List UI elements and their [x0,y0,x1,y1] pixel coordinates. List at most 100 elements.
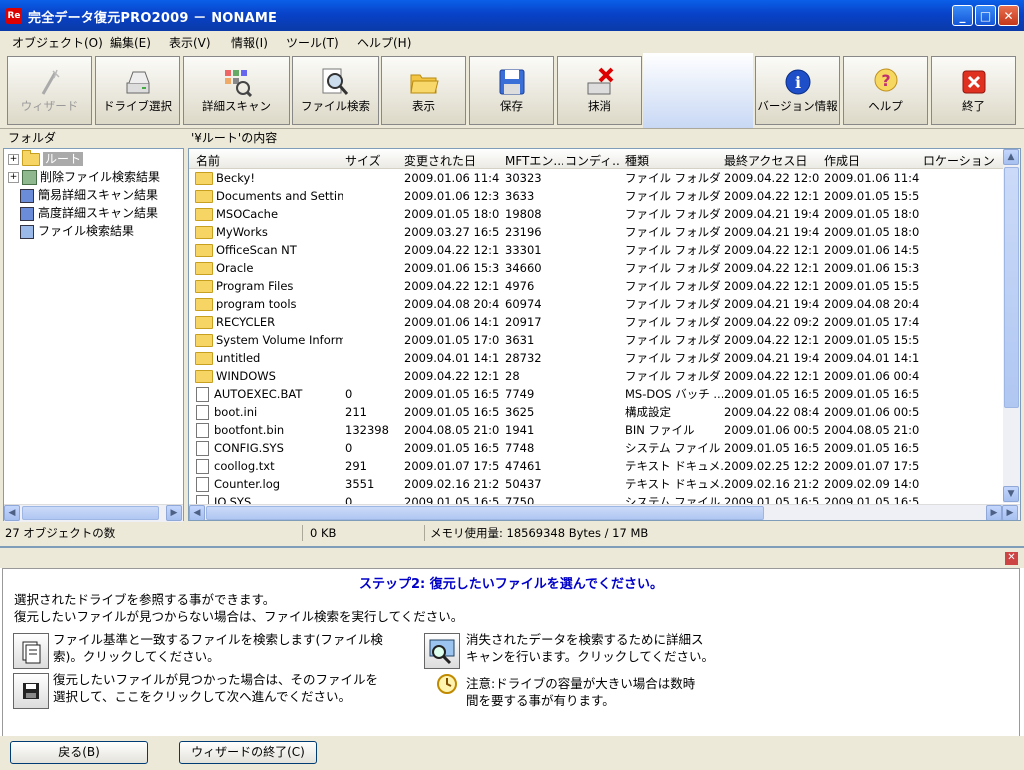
list-hscrollbar[interactable]: ◀ ▶ ▶ [189,504,1020,520]
detail-scan-button[interactable]: 詳細スキャン [183,56,290,125]
col-created[interactable]: 作成日 [824,152,920,169]
table-row[interactable]: MyWorks 2009.03.27 16:50 23196 ファイル フォルダ 200… [189,223,1004,241]
cell-created: 2009.01.06 14:55 [824,243,920,257]
table-row[interactable]: AUTOEXEC.BAT 0 2009.01.05 16:55 7749 MS-DOS … [189,385,1004,403]
wizard-search-desc-2: 索)。クリックしてください。 [53,649,220,664]
table-row[interactable]: WINDOWS 2009.04.22 12:18 28 ファイル フォルダ 2009.0… [189,367,1004,385]
expand-icon[interactable]: + [8,172,19,183]
scroll-right-icon[interactable]: ▶ [986,505,1002,520]
title-bar[interactable]: Re 完全データ復元PRO2009 － NONAME _ □ ✕ [0,0,1024,31]
status-divider [302,525,303,541]
wizard-note-1: 注意:ドライブの容量が大きい場合は数時 [466,676,696,691]
cell-modified: 2009.01.06 11:44 [404,171,500,185]
status-memory: メモリ使用量: 18569348 Bytes / 17 MB [430,526,649,540]
scroll-up-icon[interactable]: ▲ [1003,149,1019,165]
expand-icon[interactable]: + [8,154,19,165]
scroll-left-icon[interactable]: ◀ [4,505,20,521]
cell-modified: 2009.01.05 18:06 [404,207,500,221]
menu-info[interactable]: 情報(I) [231,34,268,51]
cell-modified: 2009.04.22 12:17 [404,279,500,293]
tree-hscrollbar[interactable]: ◀ ▶ [4,504,183,522]
scan-result-icon [20,206,34,221]
wizard-scan-button[interactable] [424,633,460,669]
cell-name: Oracle [193,259,343,277]
col-accessed[interactable]: 最終アクセス日 [724,152,820,169]
menu-object[interactable]: オブジェクト(O) [12,34,103,51]
menu-help[interactable]: ヘルプ(H) [357,34,411,51]
view-label: 表示 [412,99,435,113]
tree-item-root[interactable]: + ルート [8,150,84,168]
table-row[interactable]: CONFIG.SYS 0 2009.01.05 16:55 7748 システム ファイル… [189,439,1004,457]
tree-item-deleted-search[interactable]: + 削除ファイル検索結果 [8,168,160,186]
col-size[interactable]: サイズ [345,152,401,169]
view-button[interactable]: 表示 [381,56,466,125]
wizard-close-icon[interactable]: ✕ [1005,552,1018,565]
col-modified[interactable]: 変更された日 [404,152,500,169]
table-row[interactable]: program tools 2009.04.08 20:40 60974 ファイル フ… [189,295,1004,313]
status-divider [424,525,425,541]
table-row[interactable]: Oracle 2009.01.06 15:30 34660 ファイル フォルダ 2009… [189,259,1004,277]
cell-name-text: Documents and Settings [216,189,343,203]
tree-item-file-search[interactable]: ファイル検索結果 [20,222,134,240]
file-search-button[interactable]: ファイル検索 [292,56,379,125]
cell-type: ファイル フォルダ [625,315,721,329]
table-row[interactable]: System Volume Informa... 2009.01.05 17:05… [189,331,1004,349]
cell-name-text: RECYCLER [216,315,276,329]
col-location[interactable]: ロケーション [923,152,1003,169]
scroll-down-icon[interactable]: ▼ [1003,486,1019,502]
col-mft[interactable]: MFTエン... [505,152,563,169]
exit-button[interactable]: 終了 [931,56,1016,125]
scroll-thumb[interactable] [1004,167,1019,408]
table-row[interactable]: Documents and Settings 2009.01.06 12:32 36… [189,187,1004,205]
help-button[interactable]: ? ヘルプ [843,56,928,125]
scroll-right-icon[interactable]: ▶ [166,505,182,521]
col-name[interactable]: 名前 [196,152,336,169]
save-button[interactable]: 保存 [469,56,554,125]
cell-name-text: OfficeScan NT [216,243,297,257]
svg-text:i: i [795,73,801,92]
table-row[interactable]: coollog.txt 291 2009.01.07 17:58 47461 テキスト … [189,457,1004,475]
cell-mft: 33301 [505,243,542,257]
cell-name: Program Files [193,277,343,295]
erase-label: 抹消 [588,99,611,113]
table-row[interactable]: boot.ini 211 2009.01.05 16:51 3625 構成設定 2009.… [189,403,1004,421]
menu-tools[interactable]: ツール(T) [286,34,339,51]
folder-icon [195,262,213,275]
cell-accessed: 2009.01.05 16:55 [724,387,820,401]
table-row[interactable]: Counter.log 3551 2009.02.16 21:27 50437 テキスト… [189,475,1004,493]
tree-item-simple-scan[interactable]: 簡易詳細スキャン結果 [20,186,158,204]
wizard-search-button[interactable] [13,633,49,669]
cell-accessed: 2009.02.25 12:23 [724,459,820,473]
scroll-right-icon[interactable]: ▶ [1002,505,1018,520]
table-row[interactable]: MSOCache 2009.01.05 18:06 19808 ファイル フォルダ 20… [189,205,1004,223]
back-button[interactable]: 戻る(B) [10,741,148,764]
table-row[interactable]: Becky! 2009.01.06 11:44 30323 ファイル フォルダ 2009… [189,169,1004,187]
table-row[interactable]: RECYCLER 2009.01.06 14:16 20917 ファイル フォルダ 20… [189,313,1004,331]
drive-select-button[interactable]: ドライブ選択 [95,56,180,125]
wizard-save-button[interactable] [13,673,49,709]
menu-view[interactable]: 表示(V) [169,34,211,51]
wizard-save-desc-1: 復元したいファイルが見つかった場合は、そのファイルを [53,672,379,687]
table-row[interactable]: bootfont.bin 132398 2004.08.05 21:00 1941 BI… [189,421,1004,439]
table-row[interactable]: untitled 2009.04.01 14:17 28732 ファイル フォルダ 20… [189,349,1004,367]
cell-name: program tools [193,295,343,313]
scroll-thumb[interactable] [206,506,764,520]
list-vscrollbar[interactable]: ▲ ▼ [1003,149,1020,503]
exit-wizard-button[interactable]: ウィザードの終了(C) [179,741,317,764]
cell-type: テキスト ドキュメ... [625,459,723,473]
close-button[interactable]: ✕ [998,5,1019,26]
wizard-button[interactable]: ウィザード [7,56,92,125]
maximize-button[interactable]: □ [975,5,996,26]
scroll-thumb[interactable] [22,506,159,520]
tree-item-advanced-scan[interactable]: 高度詳細スキャン結果 [20,204,158,222]
col-condition[interactable]: コンディ... [565,152,621,169]
table-row[interactable]: Program Files 2009.04.22 12:17 4976 ファイル フォ… [189,277,1004,295]
minimize-button[interactable]: _ [952,5,973,26]
col-type[interactable]: 種類 [625,152,721,169]
folder-icon [195,172,213,185]
version-info-button[interactable]: i バージョン情報 [755,56,840,125]
menu-edit[interactable]: 編集(E) [110,34,151,51]
erase-button[interactable]: 抹消 [557,56,642,125]
scroll-left-icon[interactable]: ◀ [189,505,205,520]
table-row[interactable]: OfficeScan NT 2009.04.22 12:15 33301 ファイル フ… [189,241,1004,259]
